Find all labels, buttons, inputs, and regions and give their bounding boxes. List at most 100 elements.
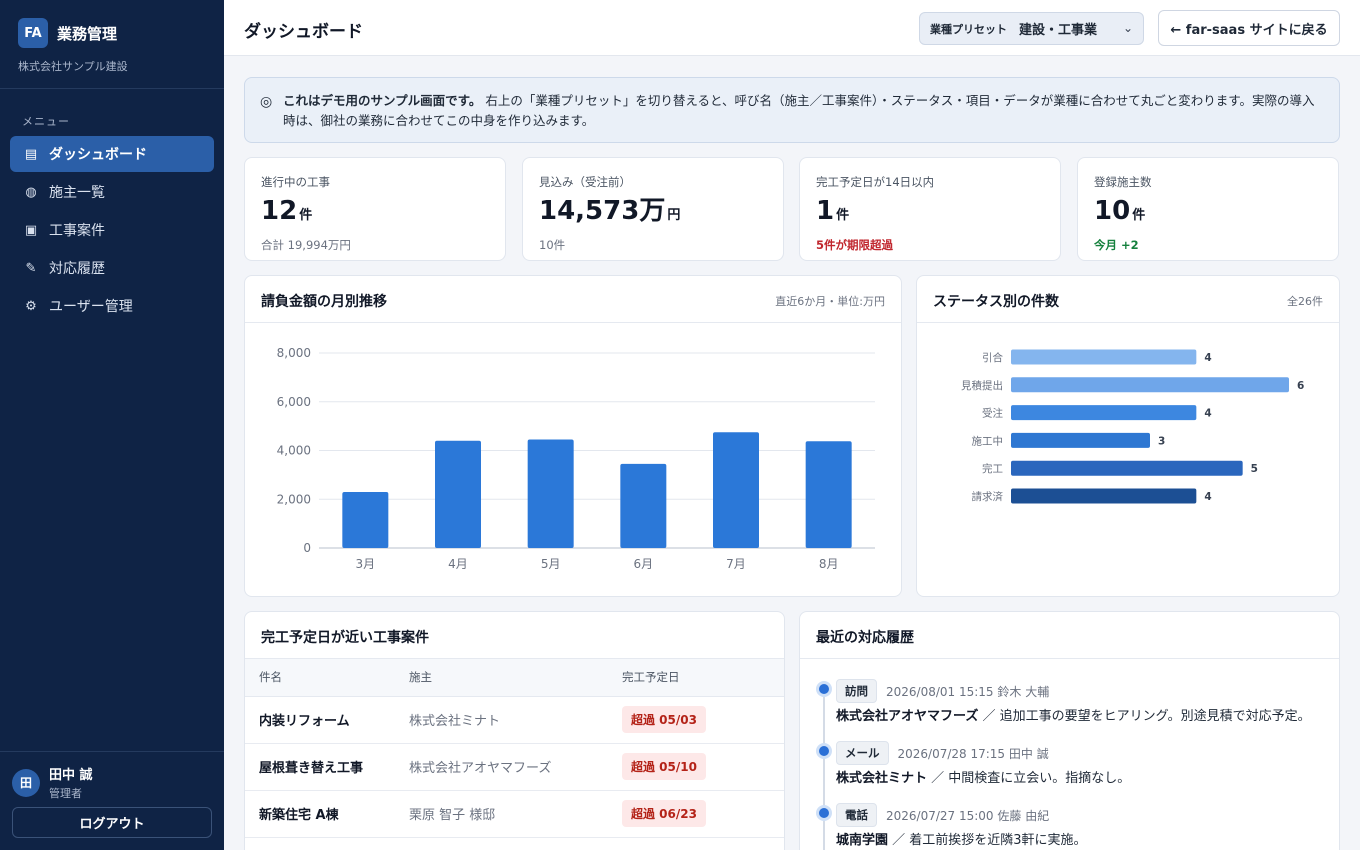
demo-notice: ◎ これはデモ用のサンプル画面です。 右上の「業種プリセット」を切り替えると、呼… (244, 77, 1340, 143)
kpi-sub: 10件 (539, 238, 566, 252)
history-panel: 最近の対応履歴 訪問 2026/08/01 15:15 鈴木 大輔 株式会社アオヤマ… (799, 611, 1340, 850)
sidebar-item[interactable]: ✎ 対応履歴 (10, 250, 214, 286)
monthly-chart-panel: 請負金額の月別推移 直近6か月・単位:万円 0 2,000 4,000 6,000 8,… (244, 275, 902, 597)
due-date: 超過 06/23 (622, 790, 784, 838)
sidebar-item[interactable]: ⚙ ユーザー管理 (10, 288, 214, 324)
bar[interactable] (805, 441, 852, 548)
preset-select[interactable]: 業種プリセット 建設・工事業 ⌄ (919, 12, 1144, 45)
kpi-label: 見込み（受注前） (539, 175, 631, 189)
history-type-badge: 訪問 (836, 679, 877, 703)
category-label: 引合 (982, 351, 1003, 364)
panel-title: ステータス別の件数 (933, 294, 1059, 310)
table-row[interactable]: 内装リフォーム 株式会社ミナト 超過 05/03 (245, 696, 784, 744)
logout-button[interactable]: ログアウト (12, 807, 212, 838)
brand-logo: FA (18, 18, 48, 48)
history-text: ／ 追加工事の要望をヒアリング。別途見積で対応予定。 (982, 709, 1311, 724)
bar[interactable] (435, 440, 481, 548)
avatar: 田 (12, 768, 40, 797)
status-bar[interactable] (1011, 349, 1197, 365)
sidebar-nav: ▤ ダッシュボード ◍ 施主一覧 ▣ 工事案件 ✎ 対応履歴 ⚙ ユーザー管理 (10, 136, 214, 326)
kpi-number: 1 (816, 196, 835, 226)
value-label: 5 (1251, 463, 1258, 475)
deadline-table: 件名 施主 完工予定日 内装リフォーム 株式会社ミナト 超過 05/03 屋根葺き替え… (245, 659, 784, 838)
panel-title: 請負金額の月別推移 (261, 294, 387, 310)
status-bar[interactable] (1011, 432, 1150, 448)
kpi-value: 14,573万円 (539, 196, 767, 231)
status-bar[interactable] (1011, 488, 1197, 504)
column-header: 件名 (245, 659, 409, 697)
value-label: 6 (1297, 380, 1304, 392)
x-tick-label: 8月 (819, 557, 839, 571)
table-header-row: 件名 施主 完工予定日 (245, 659, 784, 697)
category-label: 受注 (982, 407, 1003, 420)
history-text: ／ 中間検査に立会い。指摘なし。 (931, 771, 1131, 786)
sidebar-item[interactable]: ◍ 施主一覧 (10, 174, 214, 210)
value-label: 4 (1204, 408, 1211, 420)
brand[interactable]: FA 業務管理 (18, 18, 117, 48)
y-tick-label: 4,000 (277, 444, 311, 458)
kpi-unit: 件 (836, 208, 850, 223)
kpi-card: 登録施主数 10 件今月 +2 (1077, 157, 1339, 261)
history-timeline: 訪問 2026/08/01 15:15 鈴木 大輔 株式会社アオヤマフーズ ／ 追加… (816, 679, 1323, 850)
history-item[interactable]: 電話 2026/07/27 15:00 佐藤 由紀 城南学園 ／ 着工前挨拶を近隣3… (816, 803, 1323, 850)
column-header: 完工予定日 (622, 659, 784, 697)
pencil-icon: ✎ (25, 260, 37, 276)
bar[interactable] (713, 432, 759, 548)
gear-icon: ⚙ (25, 298, 37, 314)
notice-strong: これはデモ用のサンプル画面です。 (283, 93, 482, 108)
sidebar-item[interactable]: ▤ ダッシュボード (10, 136, 214, 172)
kpi-value: 10 件 (1094, 196, 1322, 231)
kpi-label: 進行中の工事 (261, 175, 330, 189)
x-tick-label: 6月 (634, 557, 654, 571)
x-tick-label: 3月 (356, 557, 376, 571)
kpi-card: 進行中の工事 12 件合計 19,994万円 (244, 157, 506, 261)
history-type-badge: メール (836, 741, 889, 765)
kpi-sub: 合計 19,994万円 (261, 238, 351, 252)
status-chart-panel: ステータス別の件数 全26件 引合 4 見積提出 6 受注 4 施工中 3 完工 5 請求済 4 (916, 275, 1340, 597)
client-name: 栗原 智子 様邸 (409, 790, 622, 838)
bar[interactable] (527, 439, 574, 548)
client-name: 株式会社ミナト (409, 696, 622, 744)
history-meta: 2026/08/01 15:15 鈴木 大輔 (886, 684, 1050, 699)
history-item[interactable]: メール 2026/07/28 17:15 田中 誠株式会社ミナト ／ 中間検査に立… (816, 741, 1323, 804)
bar[interactable] (620, 463, 667, 548)
sidebar-divider (0, 88, 224, 89)
table-row[interactable]: 新築住宅 A棟 栗原 智子 様邸 超過 06/23 (245, 790, 784, 838)
preset-label: 業種プリセット (930, 22, 1007, 36)
timeline-dot-icon (816, 805, 832, 821)
x-tick-label: 4月 (448, 557, 468, 571)
user-info: 田 田中 誠 管理者 (12, 764, 93, 801)
menu-label: メニュー (22, 115, 70, 128)
globe-icon: ◍ (25, 184, 37, 200)
back-to-site-button[interactable]: ← far-saas サイトに戻る (1158, 10, 1340, 46)
bar[interactable] (342, 491, 389, 548)
x-tick-label: 5月 (541, 557, 561, 571)
sidebar: FA 業務管理 株式会社サンプル建設 メニュー ▤ ダッシュボード ◍ 施主一覧 ▣ 工事… (0, 0, 224, 850)
sidebar-divider (0, 751, 224, 752)
due-date: 超過 05/03 (622, 696, 784, 744)
category-label: 見積提出 (961, 379, 1003, 392)
kpi-number: 12 (261, 196, 298, 226)
status-bar[interactable] (1011, 405, 1197, 421)
history-item[interactable]: 訪問 2026/08/01 15:15 鈴木 大輔 株式会社アオヤマフーズ ／ 追加… (816, 679, 1323, 742)
kpi-card: 見込み（受注前） 14,573万円 10件 (522, 157, 784, 261)
y-tick-label: 0 (303, 541, 311, 555)
dashboard-icon: ▤ (24, 146, 38, 162)
kpi-number: 14,573万 (539, 196, 666, 226)
company-name: 株式会社サンプル建設 (18, 60, 128, 73)
kpi-unit: 件 (1132, 208, 1146, 223)
history-client: 株式会社ミナト (836, 771, 928, 786)
monthly-bar-chart: 0 2,000 4,000 6,000 8,000 3月 4月 5月 6月 7月 8月 (277, 346, 875, 571)
sidebar-item[interactable]: ▣ 工事案件 (10, 212, 214, 248)
category-label: 請求済 (972, 490, 1004, 503)
value-label: 3 (1158, 435, 1165, 447)
history-meta: 2026/07/28 17:15 田中 誠 (897, 746, 1049, 761)
overdue-badge: 超過 06/23 (622, 800, 706, 827)
kpi-card: 完工予定日が14日以内 1 件 5件が期限超過 (799, 157, 1061, 261)
status-bar-chart: 引合 4 見積提出 6 受注 4 施工中 3 完工 5 請求済 4 (961, 349, 1304, 504)
status-bar[interactable] (1011, 460, 1243, 476)
table-row[interactable]: 屋根葺き替え工事 株式会社アオヤマフーズ 超過 05/10 (245, 743, 784, 791)
value-label: 4 (1204, 352, 1211, 364)
panel-meta: 直近6か月・単位:万円 (775, 295, 885, 308)
status-bar[interactable] (1011, 377, 1289, 393)
